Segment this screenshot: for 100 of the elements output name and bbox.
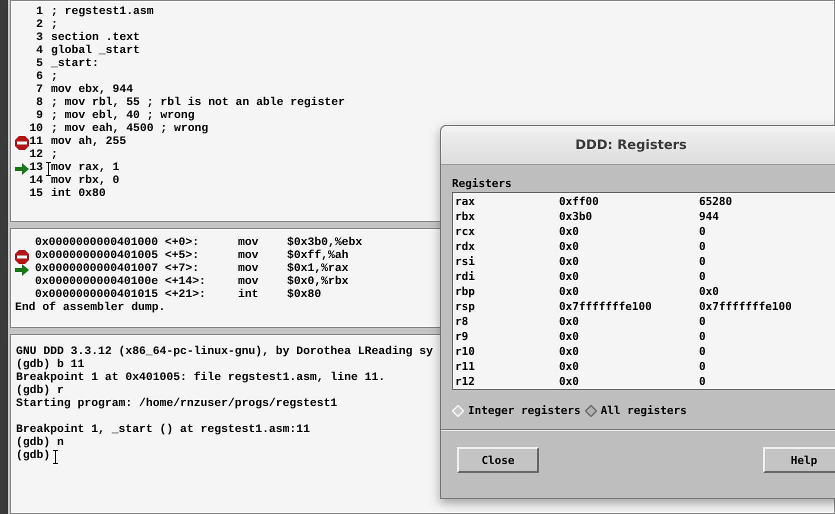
line-number: 13 bbox=[29, 162, 43, 175]
register-name[interactable]: r8 bbox=[453, 314, 559, 329]
register-value: 65280 bbox=[699, 194, 732, 209]
section-label: Registers bbox=[452, 177, 513, 190]
register-name[interactable]: r11 bbox=[453, 359, 559, 374]
code-line: int 0x80 bbox=[51, 188, 106, 201]
register-hex: 0x0 bbox=[559, 224, 580, 239]
register-hex: 0x0 bbox=[559, 269, 580, 284]
register-name[interactable]: rbp bbox=[453, 284, 559, 299]
address: 0x0000000000401007 <+7>: bbox=[35, 263, 200, 276]
text-cursor-icon bbox=[53, 450, 58, 464]
register-name[interactable]: r12 bbox=[453, 374, 559, 389]
code-line: ; mov rbl, 55 ; rbl is not an able register bbox=[51, 97, 345, 110]
register-radio[interactable]: Integer registers bbox=[452, 404, 581, 417]
code-line: section .text bbox=[51, 32, 140, 44]
window-title: DDD: Registers bbox=[575, 138, 687, 152]
code-line: ; mov eah, 4500 ; wrong bbox=[51, 123, 208, 136]
register-hex: 0x0 bbox=[559, 344, 580, 359]
console-line: (gdb) bbox=[16, 450, 50, 463]
operand: $0x0,%rbx bbox=[287, 276, 349, 288]
register-name[interactable]: rdx bbox=[453, 239, 559, 254]
operand: $0xff,%ah bbox=[287, 250, 349, 262]
line-number: 15 bbox=[29, 188, 43, 201]
register-hex: 0x0 bbox=[559, 359, 580, 374]
line-number: 1 bbox=[35, 6, 43, 19]
register-hex: 0x0 bbox=[559, 329, 580, 344]
register-value: 0 bbox=[699, 374, 706, 389]
code-line: mov ebx, 944 bbox=[51, 84, 134, 96]
line-number: 11 bbox=[29, 136, 43, 149]
mnemonic: int bbox=[238, 289, 260, 302]
register-hex: 0xff00 bbox=[559, 194, 600, 209]
code-line: global _start bbox=[51, 45, 140, 58]
console-line: GNU DDD 3.3.12 (x86_64-pc-linux-gnu), by Dorothea LReading sy bbox=[16, 346, 433, 358]
line-number: 5 bbox=[35, 58, 43, 71]
register-hex: 0x0 bbox=[559, 254, 580, 269]
console-line: Starting program: /home/rnzuser/progs/regstest1 bbox=[16, 398, 338, 411]
operand: $0x1,%rax bbox=[287, 263, 349, 276]
mnemonic: mov bbox=[238, 237, 260, 250]
line-number: 9 bbox=[35, 110, 43, 123]
code-line: ; bbox=[51, 71, 58, 84]
register-hex: 0x0 bbox=[559, 284, 580, 299]
register-value: 0 bbox=[699, 359, 706, 374]
line-number: 7 bbox=[35, 84, 43, 97]
line-number: 10 bbox=[29, 123, 43, 136]
console-line: Breakpoint 1 at 0x401005: file regstest1.asm, line 11. bbox=[16, 372, 386, 384]
console-line: Breakpoint 1, _start () at regstest1.asm:11 bbox=[16, 424, 310, 436]
register-hex: 0x7fffffffe100 bbox=[559, 299, 653, 314]
code-line: ; bbox=[51, 19, 58, 32]
code-line: mov rbx, 0 bbox=[51, 175, 120, 188]
code-line: mov ah, 255 bbox=[51, 136, 126, 149]
register-value: 944 bbox=[699, 209, 719, 224]
dialog-button[interactable]: Close bbox=[457, 447, 539, 473]
register-hex: 0x3b0 bbox=[559, 209, 594, 224]
address: 0x0000000000401000 <+0>: bbox=[35, 237, 200, 250]
register-name[interactable]: r9 bbox=[453, 329, 559, 344]
register-name[interactable]: rcx bbox=[453, 224, 559, 239]
register-value: 0x7fffffffe100 bbox=[699, 299, 792, 314]
register-value: 0 bbox=[699, 269, 706, 284]
register-value: 0 bbox=[699, 314, 706, 329]
register-name[interactable]: rsi bbox=[453, 254, 559, 269]
register-name[interactable]: rsp bbox=[453, 299, 559, 314]
line-number: 2 bbox=[35, 19, 43, 32]
text-cursor-icon bbox=[46, 162, 51, 176]
dialog-button[interactable]: Help bbox=[763, 447, 835, 473]
register-value: 0 bbox=[699, 254, 706, 269]
code-line: ; regstest1.asm bbox=[51, 6, 154, 19]
console-line: (gdb) r bbox=[16, 385, 64, 398]
register-value: 0 bbox=[699, 344, 706, 359]
line-number: 6 bbox=[35, 71, 43, 84]
register-name[interactable]: r10 bbox=[453, 344, 559, 359]
register-value: 0 bbox=[699, 329, 706, 344]
line-number: 8 bbox=[35, 97, 43, 110]
operand: $0x80 bbox=[287, 289, 322, 302]
address: 0x000000000040100e <+14>: bbox=[35, 276, 207, 289]
code-line: ; mov ebl, 40 ; wrong bbox=[51, 110, 195, 122]
register-name[interactable]: rdi bbox=[453, 269, 559, 284]
line-number: 14 bbox=[29, 175, 43, 188]
register-value: 0 bbox=[699, 224, 706, 239]
line-number: 3 bbox=[35, 32, 43, 45]
mnemonic: mov bbox=[238, 276, 260, 288]
register-hex: 0x0 bbox=[559, 374, 580, 389]
console-line: (gdb) b 11 bbox=[16, 359, 84, 372]
line-number: 4 bbox=[35, 45, 43, 58]
register-radio[interactable]: All registers bbox=[584, 404, 687, 417]
register-name[interactable]: rbx bbox=[453, 209, 559, 224]
code-line: ; bbox=[51, 149, 58, 162]
address: 0x0000000000401015 <+21>: bbox=[35, 289, 207, 302]
mnemonic: mov bbox=[238, 250, 260, 263]
mnemonic: mov bbox=[238, 263, 260, 276]
console-line: (gdb) n bbox=[16, 437, 64, 450]
register-hex: 0x0 bbox=[559, 239, 580, 254]
dump-footer: End of assembler dump. bbox=[11, 302, 166, 315]
code-line: mov rax, 1 bbox=[51, 162, 120, 174]
code-line: _start: bbox=[51, 58, 99, 71]
register-hex: 0x0 bbox=[559, 314, 580, 329]
register-name[interactable]: rax bbox=[453, 194, 559, 209]
address: 0x0000000000401005 <+5>: bbox=[35, 250, 200, 263]
register-value: 0x0 bbox=[699, 284, 719, 299]
line-number: 12 bbox=[29, 149, 43, 162]
register-value: 0 bbox=[699, 239, 706, 254]
